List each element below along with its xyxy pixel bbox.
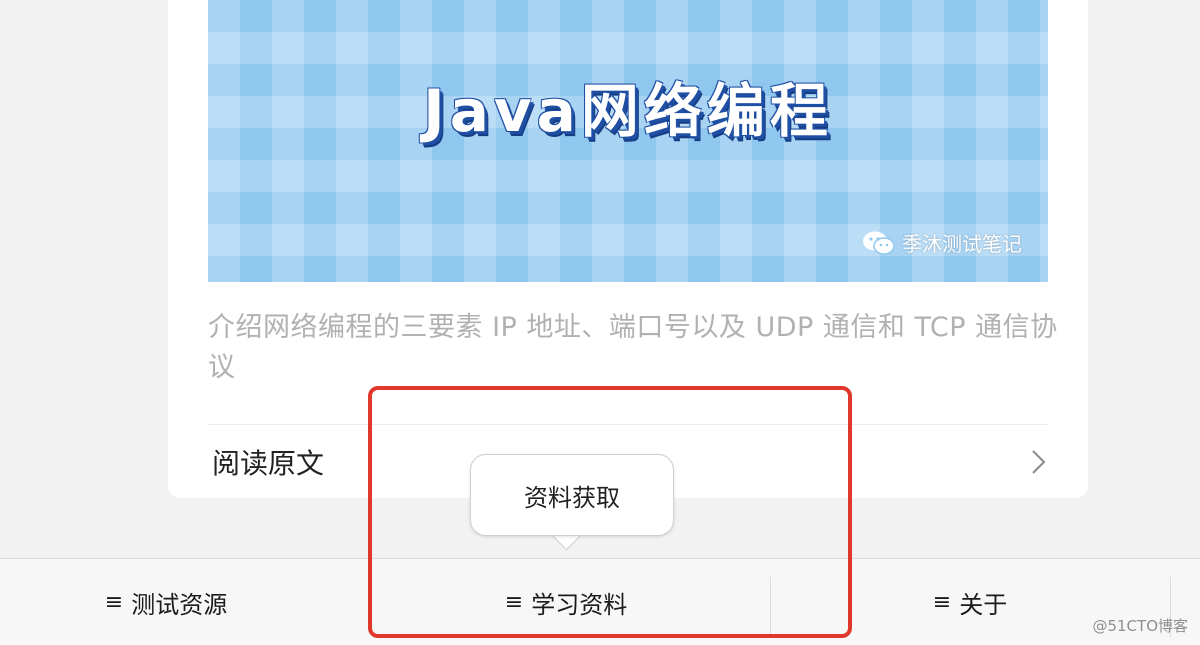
menu-icon: ≡ (104, 589, 124, 615)
menu-item-label: 测试资源 (131, 590, 228, 619)
cover-title: Java网络编程 (423, 77, 833, 145)
menu-item-study-materials[interactable]: ≡ 学习资料 (400, 559, 732, 645)
wechat-icon (863, 231, 895, 255)
cover-watermark: 季沐测试笔记 (862, 228, 1022, 257)
menu-icon: ≡ (932, 589, 952, 615)
submenu-popup-item[interactable]: 资料获取 (470, 454, 674, 536)
menu-item-label: 关于 (959, 590, 1008, 619)
divider (208, 424, 1048, 425)
menu-icon: ≡ (504, 589, 524, 615)
cover-watermark-text: 季沐测试笔记 (902, 232, 1022, 256)
chevron-right-icon (1032, 450, 1046, 474)
bottom-menu-bar: ≡ 测试资源 ≡ 学习资料 ≡ 关于 (0, 558, 1200, 645)
site-watermark: @51CTO博客 (1092, 617, 1188, 635)
article-description: 介绍网络编程的三要素 IP 地址、端口号以及 UDP 通信和 TCP 通信协议 (208, 312, 1058, 383)
menu-item-test-resources[interactable]: ≡ 测试资源 (0, 559, 332, 645)
article-cover-image[interactable]: Java网络编程 季沐测试笔记 (208, 0, 1048, 282)
menu-item-label: 学习资料 (531, 590, 628, 619)
read-original-label: 阅读原文 (212, 447, 325, 480)
